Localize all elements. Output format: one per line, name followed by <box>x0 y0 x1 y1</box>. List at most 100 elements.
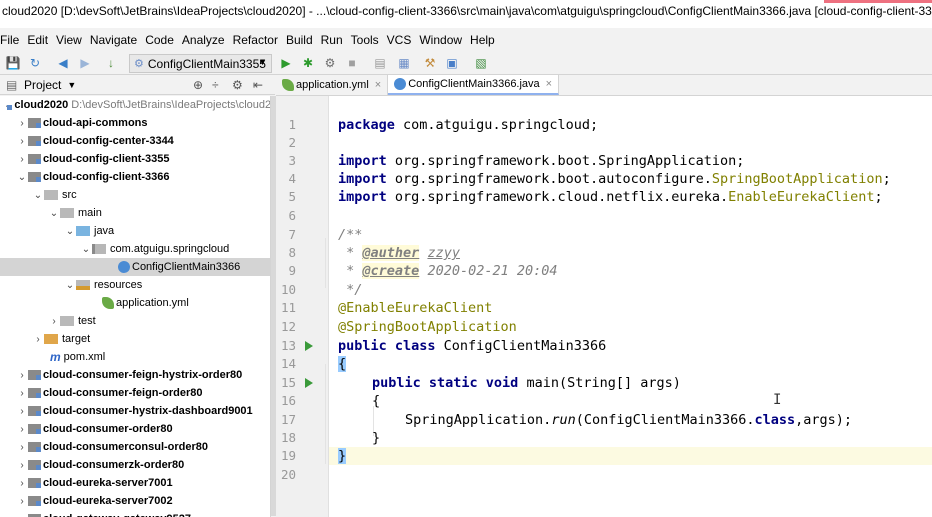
chevron-down-icon[interactable]: ⌄ <box>16 172 28 183</box>
tree-item-module[interactable]: › cloud-consumerzk-order80 <box>0 456 275 474</box>
vcs-icon[interactable]: ▧ <box>474 55 488 71</box>
tree-item-folder[interactable]: ⌄ java <box>0 222 275 240</box>
chevron-right-icon[interactable]: › <box>16 154 28 165</box>
coverage-icon[interactable]: ⚙ <box>324 55 336 71</box>
tree-item-folder[interactable]: ⌄ src <box>0 186 275 204</box>
code-text: ; <box>882 171 891 187</box>
tree-item-package[interactable]: ⌄ com.atguigu.springcloud <box>0 240 275 258</box>
tree-item-module[interactable]: › cloud-eureka-server7002 <box>0 492 275 510</box>
code-line-13: public class ConfigClientMain3366 <box>338 337 932 355</box>
tree-item-label: cloud-consumerzk-order80 <box>43 459 185 471</box>
code-text: ConfigClientMain3366 <box>435 338 607 354</box>
menu-view[interactable]: View <box>52 28 86 52</box>
tree-item-module[interactable]: › cloud-api-commons <box>0 114 275 132</box>
chevron-down-icon[interactable]: ⌄ <box>64 280 76 291</box>
forward-icon[interactable]: ▶ <box>78 55 92 71</box>
tree-item-module[interactable]: › cloud-eureka-server7001 <box>0 474 275 492</box>
chevron-right-icon[interactable]: › <box>32 334 44 345</box>
tree-item-folder[interactable]: › target <box>0 330 275 348</box>
menu-navigate[interactable]: Navigate <box>86 28 141 52</box>
code-line-8: * @auther zzyy <box>338 244 932 262</box>
sync-icon[interactable]: ↻ <box>28 55 42 71</box>
chevron-right-icon[interactable]: › <box>16 514 28 517</box>
chevron-down-icon[interactable]: ▼ <box>67 80 76 90</box>
tree-item-class[interactable]: ConfigClientMain3366 <box>0 258 275 276</box>
project-panel-title[interactable]: Project <box>24 78 61 92</box>
code-editor[interactable]: 1 2 3 4 5 6 7 8 9 10 11 12 13 14 15 16 1… <box>276 96 932 517</box>
menu-help[interactable]: Help <box>466 28 499 52</box>
menu-analyze[interactable]: Analyze <box>178 28 229 52</box>
tree-item-file[interactable]: application.yml <box>0 294 275 312</box>
menu-run[interactable]: Run <box>317 28 347 52</box>
chevron-down-icon[interactable]: ⌄ <box>64 226 76 237</box>
menu-vcs[interactable]: VCS <box>383 28 416 52</box>
tree-item-folder[interactable]: ⌄ resources <box>0 276 275 294</box>
close-icon[interactable]: × <box>546 78 552 90</box>
chevron-right-icon[interactable]: › <box>16 388 28 399</box>
code-line-19: } <box>338 447 347 465</box>
chevron-down-icon[interactable]: ⌄ <box>48 208 60 219</box>
chevron-right-icon[interactable]: › <box>16 118 28 129</box>
tree-item-module[interactable]: › cloud-consumer-hystrix-dashboard9001 <box>0 402 275 420</box>
module-icon <box>28 442 41 452</box>
code-text: org.springframework.cloud.netflix.eureka… <box>386 189 729 205</box>
chevron-down-icon[interactable]: ⌄ <box>32 190 44 201</box>
menu-build[interactable]: Build <box>282 28 317 52</box>
tab-configclientmain3366-java[interactable]: ConfigClientMain3366.java × <box>388 75 560 95</box>
hide-panel-icon[interactable]: ⇤ <box>253 78 263 92</box>
structure-icon[interactable]: ▤ <box>374 55 386 71</box>
tree-item-root[interactable]: ⌄ cloud2020 D:\devSoft\JetBrains\IdeaPro… <box>0 96 275 114</box>
chevron-right-icon[interactable]: › <box>16 136 28 147</box>
tree-item-module[interactable]: › cloud-config-center-3344 <box>0 132 275 150</box>
settings-icon[interactable]: ⚒ <box>424 55 436 71</box>
run-class-icon[interactable] <box>305 341 313 351</box>
tree-item-module[interactable]: › cloud-consumer-feign-order80 <box>0 384 275 402</box>
menu-window[interactable]: Window <box>415 28 466 52</box>
sdk-icon[interactable]: ▣ <box>446 55 458 71</box>
tree-item-module[interactable]: › cloud-consumer-feign-hystrix-order80 <box>0 366 275 384</box>
menu-tools[interactable]: Tools <box>347 28 383 52</box>
tree-item-label: test <box>78 315 96 327</box>
project-structure-icon[interactable]: ▦ <box>398 55 410 71</box>
code-text: org.springframework.boot.autoconfigure. <box>386 171 712 187</box>
menu-file[interactable]: File <box>0 28 23 52</box>
chevron-right-icon[interactable]: › <box>16 370 28 381</box>
run-main-icon[interactable] <box>305 378 313 388</box>
menu-edit[interactable]: Edit <box>23 28 52 52</box>
save-all-icon[interactable]: 💾 <box>6 55 21 71</box>
collapse-all-icon[interactable]: ÷ <box>212 78 219 92</box>
tree-item-module[interactable]: › cloud-gateway-gateway9527 <box>0 510 275 517</box>
tree-item-folder[interactable]: › test <box>0 312 275 330</box>
window-close-button[interactable] <box>824 0 932 3</box>
project-view-icon: ▤ <box>6 77 18 92</box>
debug-icon[interactable]: ✱ <box>302 55 314 71</box>
run-configuration-select[interactable]: ⚙ ConfigClientMain3355 ▼ <box>129 54 272 73</box>
stop-icon[interactable]: ■ <box>346 55 358 71</box>
tree-item-module[interactable]: › cloud-consumer-order80 <box>0 420 275 438</box>
tree-item-module[interactable]: ⌄ cloud-config-client-3366 <box>0 168 275 186</box>
chevron-right-icon[interactable]: › <box>48 316 60 327</box>
tree-item-file[interactable]: m pom.xml <box>0 348 275 366</box>
chevron-down-icon[interactable]: ⌄ <box>80 244 92 255</box>
build-project-icon[interactable]: ↓ <box>104 55 118 71</box>
code-text: } <box>372 430 381 446</box>
gear-icon[interactable]: ⚙ <box>232 78 243 92</box>
code-keyword: import <box>338 171 387 187</box>
class-icon <box>394 78 407 90</box>
menu-refactor[interactable]: Refactor <box>229 28 282 52</box>
chevron-right-icon[interactable]: › <box>16 478 28 489</box>
run-icon[interactable]: ▶ <box>280 55 292 71</box>
chevron-right-icon[interactable]: › <box>16 424 28 435</box>
tab-application-yml[interactable]: application.yml × <box>276 75 389 95</box>
chevron-right-icon[interactable]: › <box>16 442 28 453</box>
back-icon[interactable]: ◀ <box>56 55 70 71</box>
menu-code[interactable]: Code <box>141 28 178 52</box>
locate-icon[interactable]: ⊕ <box>193 78 203 92</box>
close-icon[interactable]: × <box>375 79 381 91</box>
tree-item-module[interactable]: › cloud-consumerconsul-order80 <box>0 438 275 456</box>
tree-item-folder[interactable]: ⌄ main <box>0 204 275 222</box>
chevron-right-icon[interactable]: › <box>16 406 28 417</box>
tree-item-module[interactable]: › cloud-config-client-3355 <box>0 150 275 168</box>
chevron-right-icon[interactable]: › <box>16 496 28 507</box>
chevron-right-icon[interactable]: › <box>16 460 28 471</box>
